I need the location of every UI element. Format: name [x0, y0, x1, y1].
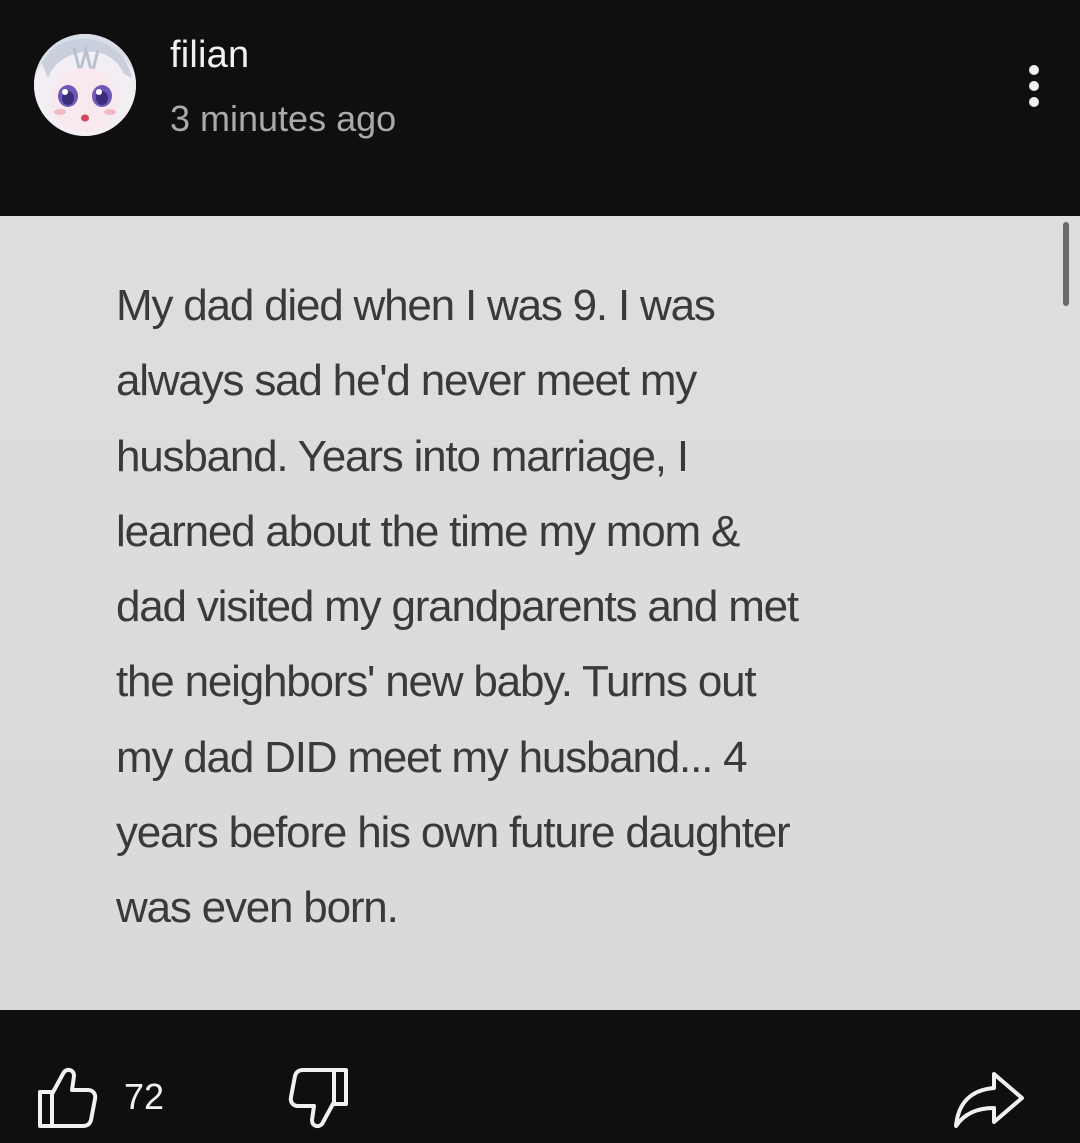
more-vertical-icon [1029, 65, 1039, 107]
dislike-button[interactable] [284, 1064, 352, 1132]
thumbs-down-icon [288, 1068, 348, 1129]
thumbs-up-icon [38, 1067, 98, 1128]
share-button[interactable] [952, 1064, 1028, 1132]
share-icon [954, 1072, 1024, 1128]
post-image-text: My dad died when I was 9. I was always s… [116, 281, 799, 933]
more-options-button[interactable] [1008, 56, 1060, 116]
author-name[interactable]: filian [170, 34, 249, 77]
post-header: filian 3 minutes ago [0, 0, 1080, 216]
avatar-image [34, 34, 136, 136]
post-timestamp: 3 minutes ago [170, 98, 397, 139]
avatar[interactable] [34, 34, 136, 136]
post-image[interactable]: My dad died when I was 9. I was always s… [0, 216, 1080, 1010]
like-button[interactable] [34, 1064, 102, 1132]
post-actions-bar: 72 [0, 1010, 1080, 1143]
like-count: 72 [124, 1076, 165, 1117]
image-scrollbar [1063, 222, 1069, 306]
